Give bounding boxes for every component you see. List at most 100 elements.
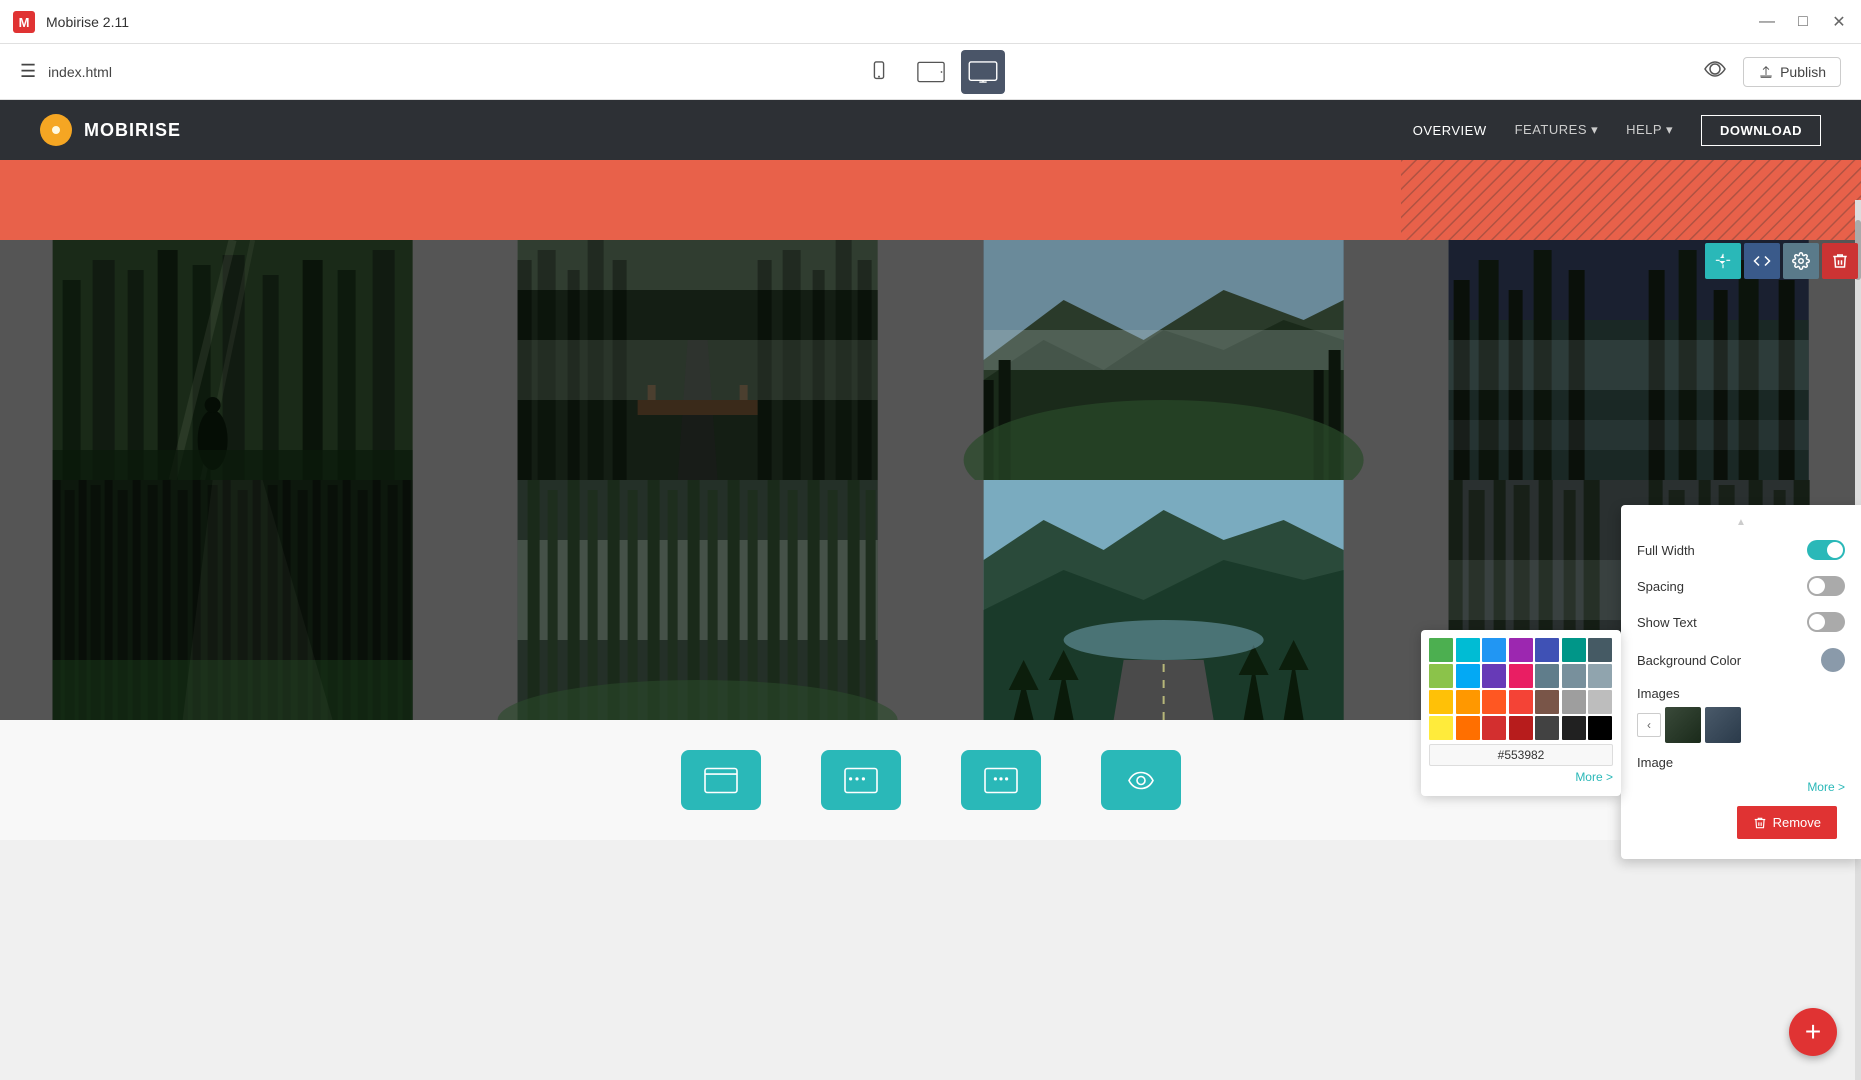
color-swatch[interactable] (1482, 638, 1506, 662)
color-swatch[interactable] (1509, 638, 1533, 662)
site-nav-links: OVERVIEW FEATURES ▾ HELP ▾ DOWNLOAD (1413, 115, 1821, 146)
nav-features[interactable]: FEATURES ▾ (1515, 122, 1599, 138)
file-name: index.html (48, 64, 112, 80)
bg-color-label: Background Color (1637, 653, 1741, 668)
image-thumb-1[interactable] (1665, 707, 1701, 743)
publish-button[interactable]: Publish (1743, 57, 1841, 87)
color-swatch[interactable] (1535, 638, 1559, 662)
gallery-cell-2 (465, 240, 930, 480)
remove-row: Remove (1621, 798, 1861, 851)
spacing-row: Spacing (1621, 568, 1861, 604)
show-text-toggle-knob (1809, 614, 1825, 630)
spacing-toggle[interactable] (1807, 576, 1845, 596)
color-swatch[interactable] (1482, 690, 1506, 714)
color-picker-panel: More > (1421, 630, 1621, 796)
icon-3 (961, 750, 1041, 810)
site-brand: MOBIRISE (40, 114, 181, 146)
gallery-cell-1 (0, 240, 465, 480)
maximize-button[interactable]: □ (1793, 12, 1813, 32)
device-switcher (857, 50, 1005, 94)
bg-color-toggle[interactable] (1821, 648, 1845, 672)
color-swatch[interactable] (1456, 664, 1480, 688)
tablet-view-button[interactable] (909, 50, 953, 94)
color-swatch[interactable] (1482, 664, 1506, 688)
color-swatch[interactable] (1588, 690, 1612, 714)
show-text-label: Show Text (1637, 615, 1697, 630)
section-code-button[interactable] (1744, 243, 1780, 279)
brand-icon (40, 114, 72, 146)
section-settings-button[interactable] (1783, 243, 1819, 279)
color-swatch[interactable] (1535, 664, 1559, 688)
color-swatch[interactable] (1562, 638, 1586, 662)
color-swatch[interactable] (1456, 690, 1480, 714)
section-move-button[interactable] (1705, 243, 1741, 279)
color-grid (1429, 638, 1613, 740)
close-button[interactable]: ✕ (1829, 12, 1849, 32)
show-text-toggle[interactable] (1807, 612, 1845, 632)
icon-2 (821, 750, 901, 810)
show-text-row: Show Text (1621, 604, 1861, 640)
title-bar-controls: — □ ✕ (1757, 0, 1849, 44)
gallery-cell-7 (931, 480, 1396, 720)
mobile-view-button[interactable] (857, 50, 901, 94)
svg-text:M: M (19, 15, 30, 30)
color-swatch[interactable] (1509, 690, 1533, 714)
preview-area: MOBIRISE OVERVIEW FEATURES ▾ HELP ▾ DOWN… (0, 100, 1861, 1080)
color-more-link[interactable]: More > (1429, 766, 1613, 788)
color-swatch[interactable] (1429, 690, 1453, 714)
toolbar-right: Publish (1703, 57, 1841, 87)
settings-panel: ▲ Full Width Spacing Show Text (1621, 505, 1861, 859)
desktop-view-button[interactable] (961, 50, 1005, 94)
icon-1 (681, 750, 761, 810)
color-swatch[interactable] (1588, 638, 1612, 662)
color-swatch[interactable] (1562, 716, 1586, 740)
fab-button[interactable]: + (1789, 1008, 1837, 1056)
spacing-toggle-knob (1809, 578, 1825, 594)
nav-help[interactable]: HELP ▾ (1626, 122, 1673, 138)
color-swatch[interactable] (1456, 716, 1480, 740)
prev-image-button[interactable]: ‹ (1637, 713, 1661, 737)
image-thumb-2[interactable] (1705, 707, 1741, 743)
gallery-cell-3 (931, 240, 1396, 480)
icon-4 (1101, 750, 1181, 810)
color-swatch[interactable] (1562, 664, 1586, 688)
download-button[interactable]: DOWNLOAD (1701, 115, 1821, 146)
color-swatch[interactable] (1509, 716, 1533, 740)
hex-color-input[interactable] (1429, 744, 1613, 766)
color-swatch[interactable] (1456, 638, 1480, 662)
remove-button[interactable]: Remove (1737, 806, 1837, 839)
more-row: More > (1621, 776, 1861, 798)
color-swatch[interactable] (1588, 716, 1612, 740)
color-swatch[interactable] (1562, 690, 1586, 714)
color-swatch[interactable] (1588, 664, 1612, 688)
full-width-row: Full Width (1621, 532, 1861, 568)
color-swatch[interactable] (1429, 664, 1453, 688)
main-toolbar: ☰ index.html Publish (0, 44, 1861, 100)
section-delete-button[interactable] (1822, 243, 1858, 279)
panel-caret: ▲ (1621, 517, 1861, 528)
color-input-row (1429, 744, 1613, 766)
full-width-toggle[interactable] (1807, 540, 1845, 560)
preview-button[interactable] (1703, 57, 1727, 87)
color-swatch[interactable] (1509, 664, 1533, 688)
color-swatch[interactable] (1535, 716, 1559, 740)
color-swatch[interactable] (1482, 716, 1506, 740)
full-width-toggle-knob (1827, 542, 1843, 558)
orange-section (0, 160, 1861, 240)
color-swatch[interactable] (1535, 690, 1559, 714)
gallery-cell-6 (465, 480, 930, 720)
image-thumbs: ‹ (1637, 707, 1845, 743)
minimize-button[interactable]: — (1757, 12, 1777, 32)
remove-label: Remove (1773, 815, 1821, 830)
nav-overview[interactable]: OVERVIEW (1413, 123, 1487, 138)
color-swatch[interactable] (1429, 638, 1453, 662)
app-icon: M (12, 10, 36, 34)
more-link[interactable]: More > (1807, 776, 1845, 798)
section-toolbar (1705, 243, 1858, 279)
images-label: Images (1637, 686, 1845, 701)
color-swatch[interactable] (1429, 716, 1453, 740)
image-label-row: Image (1621, 749, 1861, 776)
image-label: Image (1637, 755, 1673, 770)
hamburger-button[interactable]: ☰ (20, 61, 36, 82)
publish-label: Publish (1780, 64, 1826, 80)
